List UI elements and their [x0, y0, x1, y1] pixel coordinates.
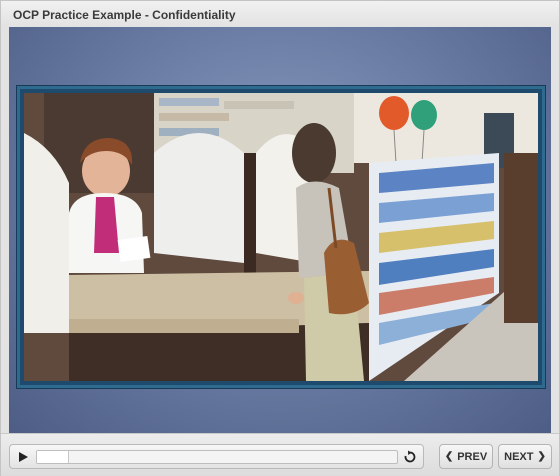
- player-window: OCP Practice Example - Confidentiality ❮…: [0, 0, 560, 476]
- progress-fill: [37, 451, 70, 463]
- window-title: OCP Practice Example - Confidentiality: [13, 8, 236, 22]
- slide-stage: [9, 27, 551, 433]
- prev-label: PREV: [457, 450, 488, 463]
- video-player[interactable]: [24, 93, 538, 381]
- chevron-right-icon: ❯: [537, 451, 546, 462]
- play-icon[interactable]: [16, 450, 30, 464]
- video-frame: [17, 86, 545, 388]
- player-controls: ❮ PREV NEXT ❯: [1, 433, 559, 476]
- title-bar: OCP Practice Example - Confidentiality: [1, 1, 559, 27]
- next-button[interactable]: NEXT ❯: [498, 444, 552, 469]
- chevron-left-icon: ❮: [444, 451, 454, 462]
- prev-button[interactable]: ❮ PREV: [439, 444, 493, 469]
- playback-bar: [9, 444, 424, 469]
- replay-icon[interactable]: [403, 450, 417, 464]
- progress-bar[interactable]: [36, 450, 398, 464]
- next-label: NEXT: [504, 450, 534, 463]
- video-scene-image: [24, 93, 538, 381]
